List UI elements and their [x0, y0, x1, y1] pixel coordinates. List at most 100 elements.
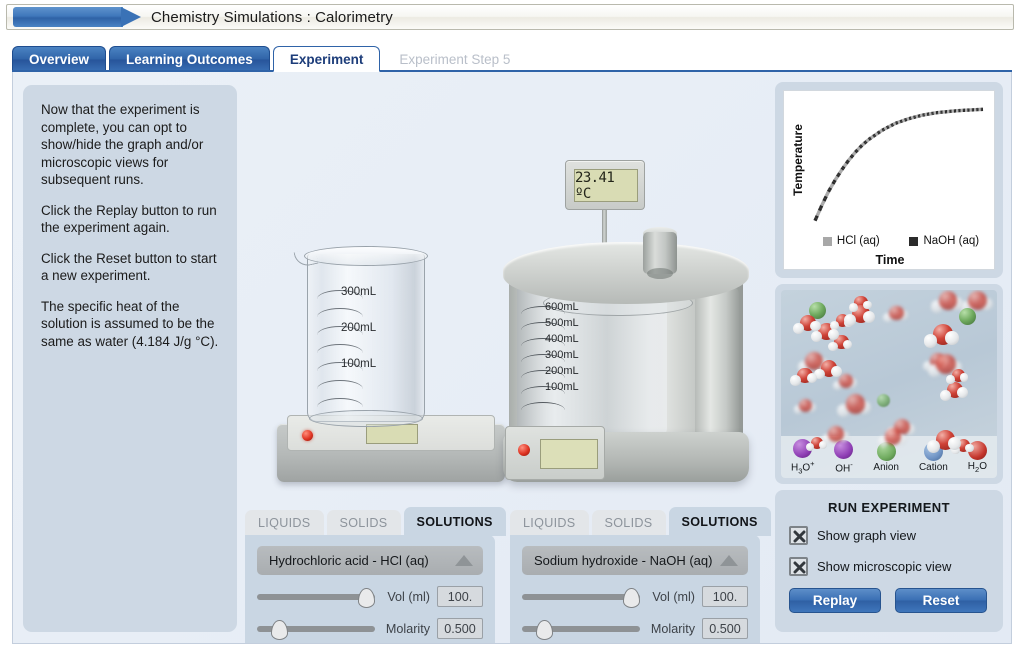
beaker-graduation-100: 100mL	[341, 358, 377, 370]
left-volume-value[interactable]: 100.	[437, 586, 483, 607]
cation-label: Cation	[918, 461, 948, 473]
microscopic-view-card: H3O+ OH- Anion Cation H2O	[775, 284, 1003, 484]
beaker[interactable]: 300mL 200mL 100mL	[293, 242, 441, 432]
molecule	[946, 375, 955, 384]
left-volume-slider[interactable]	[257, 587, 375, 608]
calorimeter-graduation-500: 500mL	[545, 317, 579, 329]
molecule	[938, 291, 958, 310]
molecule	[818, 441, 827, 450]
tab-overview[interactable]: Overview	[12, 46, 107, 72]
molecule	[959, 308, 976, 325]
right-molarity-slider[interactable]	[522, 619, 640, 640]
left-substance-label: Hydrochloric acid - HCl (aq)	[269, 553, 429, 568]
chart-y-axis-label: Temperature	[791, 124, 805, 196]
instruction-paragraph-1: Now that the experiment is complete, you…	[41, 102, 204, 187]
chevron-up-icon[interactable]	[455, 555, 473, 566]
title-bar: Chemistry Simulations : Calorimetry	[6, 4, 1014, 30]
show-microscopic-label: Show microscopic view	[817, 559, 952, 574]
legend-swatch-hcl	[822, 236, 832, 246]
left-tab-solids[interactable]: SOLIDS	[326, 510, 401, 536]
x-mark-icon	[793, 530, 806, 543]
molecule	[810, 331, 822, 343]
run-experiment-card: RUN EXPERIMENT Show graph view Show micr…	[775, 490, 1003, 632]
main-tab-bar: Overview Learning Outcomes Experiment Ex…	[12, 44, 1012, 72]
application-window: Chemistry Simulations : Calorimetry Over…	[0, 0, 1020, 651]
molecule	[799, 398, 813, 412]
molecule	[939, 389, 951, 401]
molecule	[956, 387, 968, 399]
molecule	[828, 425, 845, 442]
molecule	[793, 323, 804, 334]
tab-underline	[12, 70, 1012, 72]
beaker-graduation-200: 200mL	[341, 322, 377, 334]
instruction-paragraph-4: The specific heat of the solution is ass…	[41, 298, 219, 349]
run-buttons: Replay Reset	[789, 588, 989, 613]
molecule	[959, 373, 969, 382]
left-molarity-slider-thumb[interactable]	[271, 619, 288, 640]
calorimeter-graduation-300: 300mL	[545, 349, 579, 361]
molecule	[964, 443, 974, 453]
right-volume-label: Vol (ml)	[652, 589, 695, 604]
legend-swatch-naoh	[909, 236, 919, 246]
molecule	[848, 302, 858, 312]
x-mark-icon	[793, 561, 806, 574]
right-molarity-value[interactable]: 0.500	[702, 618, 748, 639]
legend-label-hcl: HCl (aq)	[836, 235, 880, 247]
molecule	[947, 436, 961, 450]
show-microscopic-checkbox[interactable]	[789, 557, 808, 576]
instruction-paragraph-2: Click the Replay button to run the exper…	[41, 202, 217, 236]
left-molarity-value[interactable]: 0.500	[437, 618, 483, 639]
left-volume-row: Vol (ml) 100.	[257, 586, 483, 608]
left-substance-select[interactable]: Hydrochloric acid - HCl (aq)	[257, 546, 483, 575]
molecule	[845, 393, 866, 414]
left-tab-solutions[interactable]: SOLUTIONS	[403, 507, 506, 536]
instructions-panel: Now that the experiment is complete, you…	[23, 85, 237, 632]
right-substance-select[interactable]: Sodium hydroxide - NaOH (aq)	[522, 546, 748, 575]
legend-item-hcl: HCl (aq)	[822, 235, 880, 247]
left-volume-slider-thumb[interactable]	[358, 587, 375, 608]
right-substance-label: Sodium hydroxide - NaOH (aq)	[534, 553, 713, 568]
thermometer-display: 23.41 ºC	[574, 169, 638, 202]
right-tab-solutions[interactable]: SOLUTIONS	[668, 507, 771, 536]
graph-view-card: Temperature HCl (aq) NaOH (aq) Time	[775, 82, 1003, 278]
chevron-up-icon[interactable]	[720, 555, 738, 566]
left-tab-liquids[interactable]: LIQUIDS	[245, 510, 324, 536]
right-molarity-row: Molarity 0.500	[522, 618, 748, 640]
molecule	[806, 372, 818, 384]
temperature-time-chart: Temperature HCl (aq) NaOH (aq) Time	[783, 90, 995, 270]
microscopic-scene: H3O+ OH- Anion Cation H2O	[781, 290, 997, 478]
instruction-paragraph-3: Click the Reset button to start a new ex…	[41, 250, 217, 284]
molecule	[863, 310, 876, 323]
right-solution-panel: LIQUIDS SOLIDS SOLUTIONS Sodium hydroxid…	[510, 506, 771, 643]
right-volume-slider-thumb[interactable]	[623, 587, 640, 608]
show-graph-row: Show graph view	[789, 526, 989, 545]
tab-experiment-step-5: Experiment Step 5	[399, 51, 511, 67]
right-volume-slider[interactable]	[522, 587, 640, 608]
right-volume-value[interactable]: 100.	[702, 586, 748, 607]
molecule	[790, 375, 801, 386]
calorimeter-graduation-600: 600mL	[545, 301, 579, 313]
calorimeter[interactable]: 23.41 ºC 600mL 500mL 400mL 300mL 200mL 1…	[503, 160, 753, 500]
legend-hydroxide: OH-	[834, 439, 854, 474]
right-molarity-slider-thumb[interactable]	[536, 619, 553, 640]
tab-experiment[interactable]: Experiment	[272, 46, 381, 72]
apparatus-area: 300mL 200mL 100mL 23.41 ºC 600mL 500mL 4…	[245, 72, 775, 502]
molecule	[844, 313, 857, 326]
show-graph-checkbox[interactable]	[789, 526, 808, 545]
reset-button[interactable]: Reset	[895, 588, 987, 613]
thermometer-housing: 23.41 ºC	[565, 160, 645, 210]
molecule	[889, 305, 904, 320]
right-tab-solids[interactable]: SOLIDS	[591, 510, 666, 536]
tab-learning-outcomes[interactable]: Learning Outcomes	[109, 46, 270, 72]
molecule	[828, 341, 838, 352]
calorimeter-graduation-100: 100mL	[545, 381, 579, 393]
left-molarity-slider[interactable]	[257, 619, 375, 640]
run-experiment-title: RUN EXPERIMENT	[828, 500, 950, 515]
show-microscopic-row: Show microscopic view	[789, 557, 989, 576]
show-graph-label: Show graph view	[817, 528, 916, 543]
right-tab-liquids[interactable]: LIQUIDS	[510, 510, 589, 536]
molecule	[843, 339, 853, 349]
replay-button[interactable]: Replay	[789, 588, 881, 613]
left-volume-label: Vol (ml)	[387, 589, 430, 604]
calorimeter-lcd-display	[540, 439, 598, 469]
